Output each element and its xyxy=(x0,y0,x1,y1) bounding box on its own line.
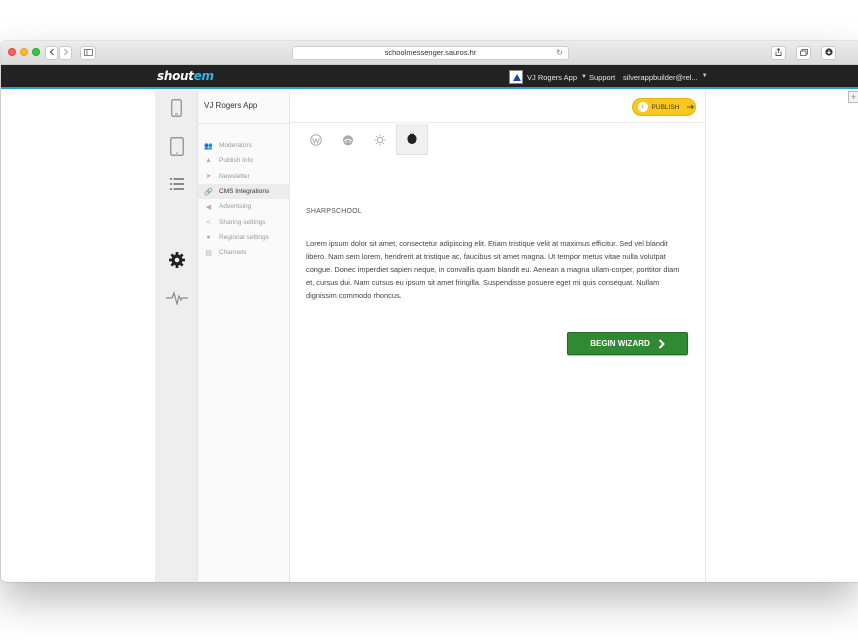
nav-settings[interactable] xyxy=(155,249,198,271)
publish-button[interactable]: i PUBLISH xyxy=(632,98,696,116)
url-text: schoolmessenger.sauros.hr xyxy=(384,48,477,57)
sharpschool-icon xyxy=(407,133,417,144)
publish-info-icon: ▲ xyxy=(205,157,212,165)
menu-item-label: Regional settings xyxy=(219,233,269,241)
address-bar[interactable]: schoolmessenger.sauros.hr ↻ xyxy=(292,46,569,60)
submenu-divider xyxy=(198,123,290,124)
integration-description: Lorem ipsum dolor sit amet, consectetur … xyxy=(306,239,680,300)
menu-item-label: Advertising xyxy=(219,203,252,211)
newsletter-icon: ➤ xyxy=(205,173,212,181)
nav-phone[interactable] xyxy=(155,97,198,119)
menu-item-label: Sharing settings xyxy=(219,218,266,226)
logo-text-main: shout xyxy=(157,69,194,83)
shoutem-logo[interactable]: shoutem xyxy=(157,69,214,83)
main-header: i PUBLISH xyxy=(290,91,706,123)
nav-content[interactable] xyxy=(155,173,198,195)
app-selector-label: VJ Rogers App xyxy=(527,72,578,82)
gear-icon xyxy=(168,252,185,268)
download-icon xyxy=(824,48,833,56)
pulse-icon xyxy=(165,291,188,305)
menu-item-advertising[interactable]: ◀ Advertising xyxy=(198,199,290,214)
menu-item-newsletter[interactable]: ➤ Newsletter xyxy=(198,169,290,184)
share-icon: ≺ xyxy=(205,219,212,227)
chevron-left-icon xyxy=(49,48,54,56)
share-icon xyxy=(775,47,782,56)
back-button[interactable] xyxy=(45,46,58,60)
user-email: silverappbuilder@rel... xyxy=(623,73,698,82)
app-topbar: shoutem VJ Rogers App ▼ Support silverap… xyxy=(1,65,858,89)
minimize-window-button[interactable] xyxy=(20,48,28,56)
left-nav-rail xyxy=(155,91,198,582)
menu-item-moderators[interactable]: 👥 Moderators xyxy=(198,138,290,153)
menu-item-sharing-settings[interactable]: ≺ Sharing settings xyxy=(198,214,290,229)
nav-analytics[interactable] xyxy=(155,287,198,309)
publish-label: PUBLISH xyxy=(651,103,680,111)
downloads-button[interactable] xyxy=(821,46,836,60)
tabs-icon xyxy=(799,49,808,56)
menu-item-cms-integrations[interactable]: 🔗 CMS Integrations xyxy=(198,183,290,200)
channels-icon: ▤ xyxy=(205,249,212,257)
info-icon: i xyxy=(638,102,648,112)
menu-item-label: Moderators xyxy=(219,142,252,150)
support-link[interactable]: Support xyxy=(589,73,615,82)
cms-provider-tabs xyxy=(300,124,428,155)
tabs-overview-button[interactable] xyxy=(796,46,811,60)
settings-menu: 👥 Moderators ▲ Publish Info ➤ Newsletter 🔗 C… xyxy=(198,138,290,260)
tablet-icon xyxy=(169,136,184,156)
caret-down-icon: ▼ xyxy=(581,74,587,80)
tab-wordpress[interactable] xyxy=(300,124,332,155)
browser-toolbar: schoolmessenger.sauros.hr ↻ xyxy=(1,41,858,65)
forward-button[interactable] xyxy=(59,46,72,60)
chevron-right-icon xyxy=(63,48,68,56)
logo-text-accent: em xyxy=(193,69,214,83)
menu-item-regional-settings[interactable]: ● Regional settings xyxy=(198,230,290,245)
link-icon: 🔗 xyxy=(204,188,213,196)
menu-item-channels[interactable]: ▤ Channels xyxy=(198,245,290,260)
begin-wizard-label: BEGIN WIZARD xyxy=(590,339,650,348)
new-tab-plus-icon[interactable]: + xyxy=(848,91,858,103)
tab-joomla[interactable] xyxy=(332,124,364,155)
zoom-window-button[interactable] xyxy=(32,48,40,56)
menu-item-label: CMS Integrations xyxy=(219,188,270,196)
caret-down-icon: ▼ xyxy=(701,73,708,79)
settings-submenu: VJ Rogers App 👥 Moderators ▲ Publish Info … xyxy=(198,91,290,582)
globe-icon: ● xyxy=(206,233,211,241)
menu-item-publish-info[interactable]: ▲ Publish Info xyxy=(198,153,290,168)
tab-drupal[interactable] xyxy=(364,124,396,155)
user-menu[interactable]: silverappbuilder@rel... ▼ xyxy=(623,73,708,82)
sidebar-icon xyxy=(83,49,93,56)
megaphone-icon: ◀ xyxy=(205,203,212,211)
drupal-icon xyxy=(374,134,386,145)
sidebar-toggle-button[interactable] xyxy=(80,46,96,60)
moderators-icon: 👥 xyxy=(204,142,213,150)
app-selector[interactable]: VJ Rogers App ▼ xyxy=(509,70,587,84)
menu-item-label: Channels xyxy=(219,249,247,257)
main-content: i PUBLISH SHARPSCHOOL Lorem ipsum dolor … xyxy=(290,91,706,582)
joomla-icon xyxy=(343,134,353,145)
begin-wizard-button[interactable]: BEGIN WIZARD xyxy=(567,332,688,355)
app-thumbnail-icon xyxy=(509,70,523,84)
menu-item-label: Publish Info xyxy=(219,157,253,165)
menu-item-label: Newsletter xyxy=(219,172,250,180)
nav-tablet[interactable] xyxy=(155,135,198,157)
list-icon xyxy=(169,178,184,190)
share-button[interactable] xyxy=(771,46,786,60)
tab-sharpschool[interactable] xyxy=(396,124,428,155)
reload-icon[interactable]: ↻ xyxy=(556,47,563,59)
close-window-button[interactable] xyxy=(8,48,16,56)
arrow-right-icon xyxy=(687,104,695,110)
browser-window: schoolmessenger.sauros.hr ↻ shoutem VJ R… xyxy=(1,41,858,582)
submenu-app-name: VJ Rogers App xyxy=(204,101,258,110)
section-title: SHARPSCHOOL xyxy=(306,208,362,215)
chevron-right-icon xyxy=(658,338,665,349)
phone-icon xyxy=(171,99,182,117)
wordpress-icon xyxy=(310,133,322,146)
